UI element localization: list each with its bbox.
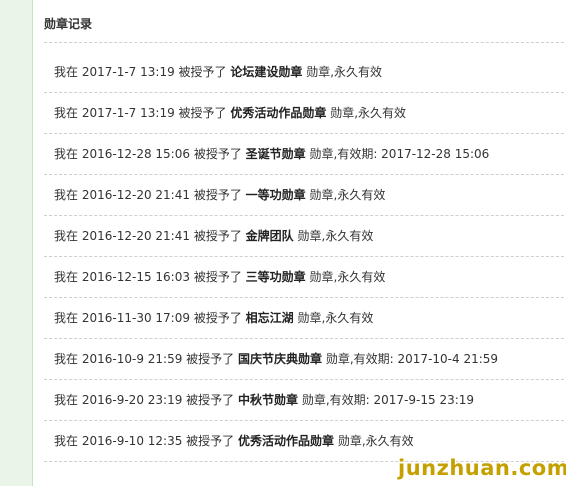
record-medal-name: 中秋节勋章 xyxy=(238,393,299,407)
record-time: 2016-9-20 23:19 xyxy=(81,393,183,407)
medal-record-row: 我在 2017-1-7 13:19 被授予了 优秀活动作品勋章 勋章,永久有效 xyxy=(44,93,564,134)
medal-record-row: 我在 2016-9-20 23:19 被授予了 中秋节勋章 勋章,有效期: 20… xyxy=(44,380,564,421)
record-verb: 被授予了 xyxy=(186,434,235,448)
record-suffix: 勋章,永久有效 xyxy=(330,106,407,120)
left-sidebar-strip xyxy=(0,0,33,486)
record-prefix: 我在 xyxy=(54,393,79,407)
record-verb: 被授予了 xyxy=(193,147,242,161)
record-time: 2017-1-7 13:19 xyxy=(81,106,175,120)
record-verb: 被授予了 xyxy=(186,393,235,407)
medal-record-panel: 勋章记录 我在 2017-1-7 13:19 被授予了 论坛建设勋章 勋章,永久… xyxy=(44,0,564,486)
record-verb: 被授予了 xyxy=(193,311,242,325)
site-watermark: junzhuan.com xyxy=(398,456,566,480)
record-prefix: 我在 xyxy=(54,106,79,120)
title-divider xyxy=(44,42,564,43)
record-medal-name: 金牌团队 xyxy=(245,229,294,243)
record-time: 2016-12-20 21:41 xyxy=(81,229,190,243)
medal-record-row: 我在 2016-10-9 21:59 被授予了 国庆节庆典勋章 勋章,有效期: … xyxy=(44,339,564,380)
record-verb: 被授予了 xyxy=(186,352,235,366)
medal-record-row: 我在 2016-12-20 21:41 被授予了 金牌团队 勋章,永久有效 xyxy=(44,216,564,257)
record-prefix: 我在 xyxy=(54,229,79,243)
record-suffix: 勋章,有效期: 2017-9-15 23:19 xyxy=(301,393,475,407)
record-medal-name: 三等功勋章 xyxy=(245,270,306,284)
record-time: 2016-12-20 21:41 xyxy=(81,188,190,202)
record-suffix: 勋章,永久有效 xyxy=(309,188,386,202)
record-prefix: 我在 xyxy=(54,311,79,325)
record-medal-name: 一等功勋章 xyxy=(245,188,306,202)
record-suffix: 勋章,永久有效 xyxy=(309,270,386,284)
medal-record-row: 我在 2016-12-28 15:06 被授予了 圣诞节勋章 勋章,有效期: 2… xyxy=(44,134,564,175)
record-medal-name: 优秀活动作品勋章 xyxy=(238,434,335,448)
record-medal-name: 优秀活动作品勋章 xyxy=(230,106,327,120)
record-medal-name: 论坛建设勋章 xyxy=(230,65,303,79)
record-medal-name: 圣诞节勋章 xyxy=(245,147,306,161)
record-time: 2016-11-30 17:09 xyxy=(81,311,190,325)
record-verb: 被授予了 xyxy=(193,270,242,284)
record-prefix: 我在 xyxy=(54,434,79,448)
medal-record-row: 我在 2016-11-30 17:09 被授予了 相忘江湖 勋章,永久有效 xyxy=(44,298,564,339)
record-verb: 被授予了 xyxy=(178,65,227,79)
record-time: 2016-12-28 15:06 xyxy=(81,147,190,161)
medal-record-row: 我在 2016-12-20 21:41 被授予了 一等功勋章 勋章,永久有效 xyxy=(44,175,564,216)
section-title: 勋章记录 xyxy=(44,17,93,31)
record-suffix: 勋章,有效期: 2017-10-4 21:59 xyxy=(325,352,499,366)
record-suffix: 勋章,有效期: 2017-12-28 15:06 xyxy=(309,147,490,161)
medal-record-list: 我在 2017-1-7 13:19 被授予了 论坛建设勋章 勋章,永久有效 我在 … xyxy=(44,52,564,462)
record-verb: 被授予了 xyxy=(193,229,242,243)
medal-record-row: 我在 2017-1-7 13:19 被授予了 论坛建设勋章 勋章,永久有效 xyxy=(44,52,564,93)
record-verb: 被授予了 xyxy=(178,106,227,120)
record-prefix: 我在 xyxy=(54,270,79,284)
medal-record-row: 我在 2016-12-15 16:03 被授予了 三等功勋章 勋章,永久有效 xyxy=(44,257,564,298)
record-prefix: 我在 xyxy=(54,352,79,366)
record-suffix: 勋章,永久有效 xyxy=(297,229,374,243)
record-medal-name: 国庆节庆典勋章 xyxy=(238,352,323,366)
record-suffix: 勋章,永久有效 xyxy=(297,311,374,325)
record-suffix: 勋章,永久有效 xyxy=(306,65,383,79)
record-prefix: 我在 xyxy=(54,147,79,161)
record-suffix: 勋章,永久有效 xyxy=(337,434,414,448)
record-time: 2016-10-9 21:59 xyxy=(81,352,183,366)
record-medal-name: 相忘江湖 xyxy=(245,311,294,325)
record-prefix: 我在 xyxy=(54,65,79,79)
record-verb: 被授予了 xyxy=(193,188,242,202)
record-time: 2017-1-7 13:19 xyxy=(81,65,175,79)
record-time: 2016-9-10 12:35 xyxy=(81,434,183,448)
record-time: 2016-12-15 16:03 xyxy=(81,270,190,284)
record-prefix: 我在 xyxy=(54,188,79,202)
